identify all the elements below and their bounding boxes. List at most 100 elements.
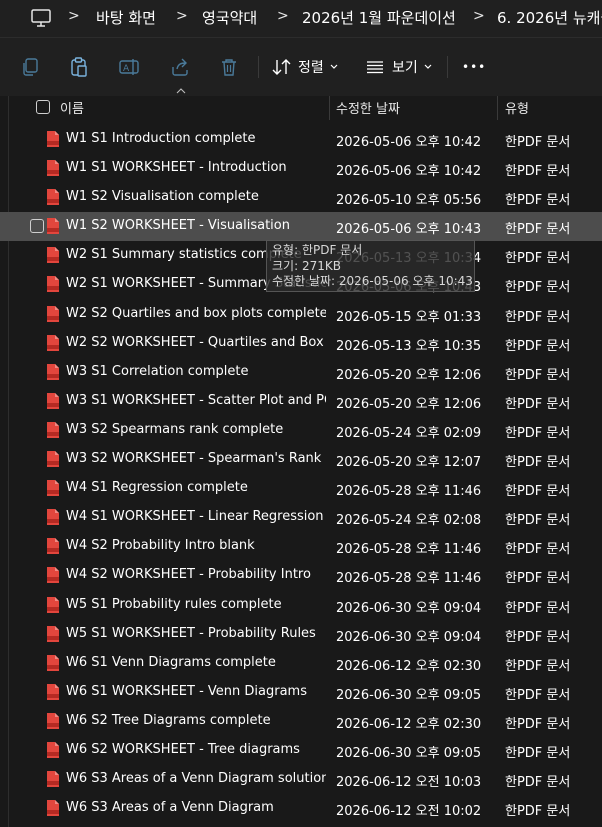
sort-button[interactable]: 정렬 [272,54,338,80]
svg-text:A: A [123,64,130,74]
file-modified: 2026-05-06 오후 10:43 [336,222,482,238]
file-row[interactable]: W4 S1 Regression complete 2026-05-28 오후 1… [0,474,602,503]
file-modified: 2026-05-28 오후 11:46 [336,484,482,500]
pdf-file-icon [47,771,59,788]
chevron-down-icon [424,64,432,69]
file-name: W3 S2 Spearmans rank complete [66,421,284,437]
breadcrumb-bar: > 바탕 화면 > 영국약대 > 2026년 1월 파운데이션 > 6. 202… [0,0,602,38]
breadcrumb-folder-1[interactable]: 영국약대 [202,7,257,28]
view-button[interactable]: 보기 [366,54,432,80]
chevron-right-icon[interactable]: > [68,8,80,24]
column-header-name[interactable]: 이름 [60,98,84,117]
file-row[interactable]: W3 S1 WORKSHEET - Scatter Plot and PCC 20… [0,387,602,416]
paste-icon[interactable] [69,57,89,77]
file-modified: 2026-05-28 오후 11:46 [336,571,482,587]
copy-icon[interactable] [20,57,40,77]
file-modified: 2026-06-30 오후 09:05 [336,745,482,761]
file-row[interactable]: W6 S1 WORKSHEET - Venn Diagrams 2026-06-3… [0,678,602,707]
pdf-file-icon [47,189,59,206]
file-row[interactable]: W5 S1 Probability rules complete 2026-06-… [0,591,602,620]
this-pc-icon[interactable] [30,8,52,28]
file-type: 한PDF 문서 [505,367,571,383]
file-name: W6 S1 Venn Diagrams complete [66,654,276,670]
file-row[interactable]: W6 S2 WORKSHEET - Tree diagrams 2026-06-3… [0,736,602,765]
file-type: 한PDF 문서 [505,222,571,238]
file-row[interactable]: W6 S3 Areas of a Venn Diagram solutions 2… [0,765,602,794]
pdf-file-icon [47,334,59,351]
file-type: 한PDF 문서 [505,135,571,150]
file-name: W4 S2 Probability Intro blank [66,538,255,554]
breadcrumb-desktop[interactable]: 바탕 화면 [96,7,156,28]
file-modified: 2026-05-15 오후 01:33 [336,309,482,325]
select-all-checkbox[interactable] [36,100,50,114]
file-row[interactable]: W1 S2 WORKSHEET - Visualisation 2026-05-0… [0,212,602,242]
file-name: W3 S1 WORKSHEET - Scatter Plot and PCC [66,392,326,408]
file-list: W1 S1 Introduction complete 2026-05-06 오후… [0,125,602,823]
file-row[interactable]: W4 S2 Probability Intro blank 2026-05-28 … [0,532,602,561]
file-name: W3 S1 Correlation complete [66,363,249,379]
file-row[interactable]: W6 S3 Areas of a Venn Diagram 2026-06-12 … [0,794,602,823]
file-type: 한PDF 문서 [505,716,571,732]
file-name: W2 S2 WORKSHEET - Quartiles and Box Plo.… [66,334,326,350]
file-modified: 2026-05-24 오후 02:09 [336,425,482,441]
pdf-file-icon [47,712,59,729]
file-modified: 2026-06-30 오후 09:04 [336,629,482,645]
pdf-file-icon [47,218,59,235]
column-header: 이름 수정한 날짜 유형 [0,96,602,120]
file-name: W2 S2 Quartiles and box plots complete [66,305,326,321]
pdf-file-icon [47,305,59,322]
file-row[interactable]: W2 S2 Quartiles and box plots complete 20… [0,300,602,329]
file-name: W1 S2 Visualisation complete [66,189,259,205]
column-header-modified[interactable]: 수정한 날짜 [336,98,400,117]
pdf-file-icon [47,596,59,613]
file-type: 한PDF 문서 [505,542,571,558]
file-type: 한PDF 문서 [505,309,571,325]
file-type: 한PDF 문서 [505,745,571,761]
breadcrumb-folder-2[interactable]: 2026년 1월 파운데이션 [302,7,456,28]
file-name: W3 S2 WORKSHEET - Spearman's Rank Cor... [66,451,326,467]
row-checkbox[interactable] [30,219,44,234]
pdf-file-icon [47,538,59,555]
pdf-file-icon [47,160,59,177]
column-resize-handle[interactable] [497,96,498,120]
chevron-right-icon[interactable]: > [473,8,485,24]
sort-ascending-caret-icon [176,88,186,94]
file-type: 한PDF 문서 [505,571,571,587]
file-modified: 2026-06-12 오전 10:03 [336,775,482,791]
column-header-type[interactable]: 유형 [505,98,529,117]
file-row[interactable]: W3 S1 Correlation complete 2026-05-20 오후 … [0,358,602,387]
file-row[interactable]: W5 S1 WORKSHEET - Probability Rules 2026-… [0,620,602,649]
file-row[interactable]: W1 S2 Visualisation complete 2026-05-10 오… [0,183,602,212]
more-options-button[interactable]: ••• [462,54,486,80]
file-row[interactable]: W4 S1 WORKSHEET - Linear Regression 2026-… [0,503,602,532]
file-row[interactable]: W2 S2 WORKSHEET - Quartiles and Box Plo.… [0,329,602,358]
file-row[interactable]: W1 S1 WORKSHEET - Introduction 2026-05-06… [0,154,602,183]
share-icon[interactable] [170,57,190,77]
file-name: W1 S2 WORKSHEET - Visualisation [66,218,290,234]
file-type: 한PDF 문서 [505,629,571,645]
file-row[interactable]: W3 S2 WORKSHEET - Spearman's Rank Cor...… [0,445,602,474]
file-modified: 2026-06-30 오후 09:04 [336,600,482,616]
breadcrumb-folder-3[interactable]: 6. 2026년 뉴캐슬 [497,7,602,28]
file-row[interactable]: W6 S1 Venn Diagrams complete 2026-06-12 오… [0,649,602,678]
chevron-right-icon[interactable]: > [176,8,188,24]
file-name: W6 S1 WORKSHEET - Venn Diagrams [66,683,307,699]
file-type: 한PDF 문서 [505,338,571,354]
pdf-file-icon [47,683,59,700]
chevron-right-icon[interactable]: > [277,8,289,24]
rename-icon[interactable]: A [119,57,139,77]
file-row[interactable]: W4 S2 WORKSHEET - Probability Intro 2026-… [0,561,602,590]
file-name: W4 S2 WORKSHEET - Probability Intro [66,567,311,583]
file-row[interactable]: W1 S1 Introduction complete 2026-05-06 오후… [0,125,602,154]
file-row[interactable]: W6 S2 Tree Diagrams complete 2026-06-12 오… [0,707,602,736]
file-modified: 2026-06-12 오전 10:02 [336,804,482,820]
file-type: 한PDF 문서 [505,193,571,209]
column-resize-handle[interactable] [329,96,330,120]
pdf-file-icon [47,509,59,526]
file-modified: 2026-05-10 오후 05:56 [336,193,482,209]
delete-icon[interactable] [219,57,239,77]
pdf-file-icon [47,741,59,758]
toolbar-divider [258,56,259,78]
file-row[interactable]: W3 S2 Spearmans rank complete 2026-05-24 … [0,416,602,445]
file-name: W1 S1 Introduction complete [66,131,256,146]
